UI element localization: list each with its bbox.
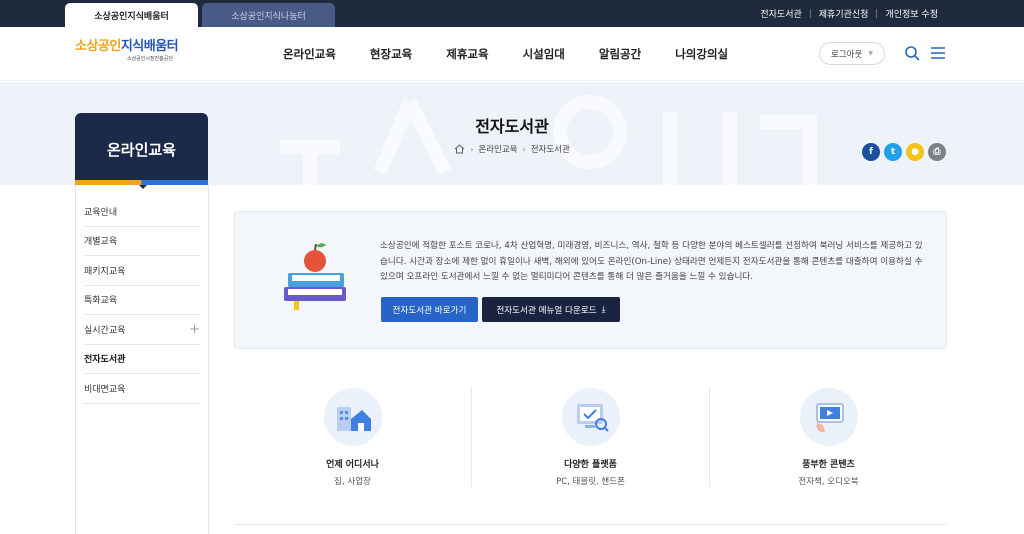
feature-platform: 다양한 플랫폼 PC, 태블릿, 핸드폰 (471, 387, 709, 487)
chevron-down-icon: ▼ (868, 50, 873, 57)
top-bar: 소상공인지식배움터 소상공인지식나눔터 전자도서관 제휴기관신청 개인정보 수정 (0, 0, 1024, 27)
home-icon[interactable] (454, 144, 465, 154)
nav-my-classroom[interactable]: 나의강의실 (662, 46, 741, 62)
hero-watermark-graphic (280, 95, 817, 185)
sidebar-title: 온라인교육 (106, 140, 176, 159)
sidebar-item-individual-education[interactable]: 개별교육 (84, 227, 200, 256)
site-tab-sharing[interactable]: 소상공인지식나눔터 (202, 3, 335, 27)
intro-description: 소상공인에 적합한 포스트 코로나, 4차 산업혁명, 미래경영, 비즈니스, … (380, 241, 923, 282)
nav-field-education[interactable]: 현장교육 (357, 46, 425, 62)
site-tab-learning[interactable]: 소상공인지식배움터 (65, 3, 198, 27)
header: 소상공인지식배움터 소상공인시장진흥공단 온라인교육 현장교육 제휴교육 시설임… (0, 27, 1024, 81)
feature-title: 풍부한 콘텐츠 (802, 460, 855, 470)
util-link-edit-profile[interactable]: 개인정보 수정 (877, 7, 946, 20)
share-buttons: f t ● ⎙ (862, 143, 950, 161)
divider (234, 524, 947, 525)
nav-notice[interactable]: 알림공간 (586, 46, 654, 62)
buildings-icon (323, 388, 382, 446)
sidebar-item-education-guide[interactable]: 교육안내 (84, 197, 200, 227)
sidebar-item-special-education[interactable]: 특화교육 (84, 286, 200, 315)
sidebar-list: 교육안내 개별교육 패키지교육 특화교육 실시간교육 + 전자도서관 비대면교육 (76, 197, 208, 404)
kakaotalk-icon[interactable]: ● (906, 143, 924, 161)
feature-anywhere: 언제 어디서나 집, 사업장 (234, 387, 471, 487)
chevron-right-icon: › (522, 144, 526, 154)
download-manual-label: 전자도서관 메뉴얼 다운로드 (496, 305, 597, 316)
logout-label: 로그아웃 (831, 49, 863, 60)
logo-text-a: 소상공인 (75, 39, 121, 54)
logout-button[interactable]: 로그아웃 ▼ (819, 42, 885, 65)
sidebar-item-label: 실시간교육 (84, 325, 126, 336)
go-to-e-library-button[interactable]: 전자도서관 바로가기 (381, 297, 478, 322)
feature-title: 다양한 플랫폼 (564, 460, 617, 470)
logo-subtitle: 소상공인시장진흥공단 (126, 56, 173, 62)
sidebar-item-untact-education[interactable]: 비대면교육 (84, 374, 200, 404)
sidebar: 교육안내 개별교육 패키지교육 특화교육 실시간교육 + 전자도서관 비대면교육 (75, 185, 209, 534)
sidebar-item-live-education[interactable]: 실시간교육 + (84, 315, 200, 345)
twitter-icon[interactable]: t (884, 143, 902, 161)
breadcrumb-item-current: 전자도서관 (530, 145, 570, 155)
logo-text-b: 지식배움터 (120, 39, 179, 54)
hamburger-menu-icon[interactable] (930, 46, 946, 60)
nav-online-education[interactable]: 온라인교육 (270, 46, 349, 62)
sidebar-item-label: 교육안내 (84, 207, 118, 218)
intro-box: 소상공인에 적합한 포스트 코로나, 4차 산업혁명, 미래경영, 비즈니스, … (234, 211, 947, 349)
search-icon[interactable] (904, 45, 920, 61)
nav-facility-rental[interactable]: 시설임대 (510, 46, 578, 62)
util-link-library[interactable]: 전자도서관 (752, 7, 809, 20)
feature-contents: 풍부한 콘텐츠 전자책, 오디오북 (709, 387, 947, 487)
main-nav: 온라인교육 현장교육 제휴교육 시설임대 알림공간 나의강의실 (270, 27, 749, 81)
sidebar-item-label: 개별교육 (84, 237, 118, 248)
util-link-partner-apply[interactable]: 제휴기관신청 (811, 7, 877, 20)
utility-links: 전자도서관 제휴기관신청 개인정보 수정 (752, 0, 946, 27)
books-apple-illustration (284, 243, 346, 310)
plus-icon[interactable]: + (189, 322, 200, 337)
sidebar-item-label: 전자도서관 (84, 355, 126, 366)
facebook-icon[interactable]: f (862, 143, 880, 161)
sidebar-item-label: 특화교육 (84, 296, 118, 307)
site-logo[interactable]: 소상공인지식배움터 소상공인시장진흥공단 (75, 39, 185, 71)
sidebar-title-box: 온라인교육 (75, 113, 208, 185)
breadcrumb-item-online-education[interactable]: 온라인교육 (478, 143, 517, 155)
video-player-icon (799, 388, 858, 446)
sidebar-item-package-education[interactable]: 패키지교육 (84, 256, 200, 286)
monitor-search-icon (561, 388, 620, 446)
chevron-right-icon: › (470, 144, 474, 154)
feature-description: 전자책, 오디오북 (798, 477, 859, 487)
sidebar-item-label: 비대면교육 (84, 384, 126, 395)
download-icon: ⤓ (601, 304, 606, 315)
feature-description: 집, 사업장 (334, 477, 371, 487)
sidebar-item-e-library[interactable]: 전자도서관 (84, 345, 200, 374)
print-icon[interactable]: ⎙ (928, 143, 946, 161)
sidebar-item-label: 패키지교육 (84, 266, 126, 277)
feature-title: 언제 어디서나 (326, 460, 379, 470)
sidebar-notch (139, 185, 147, 189)
download-manual-button[interactable]: 전자도서관 메뉴얼 다운로드 ⤓ (482, 297, 620, 322)
feature-list: 언제 어디서나 집, 사업장 다양한 플랫폼 PC, 태블릿, 핸드폰 풍부한 … (234, 387, 947, 487)
feature-description: PC, 태블릿, 핸드폰 (556, 477, 625, 487)
nav-partner-education[interactable]: 제휴교육 (433, 46, 501, 62)
